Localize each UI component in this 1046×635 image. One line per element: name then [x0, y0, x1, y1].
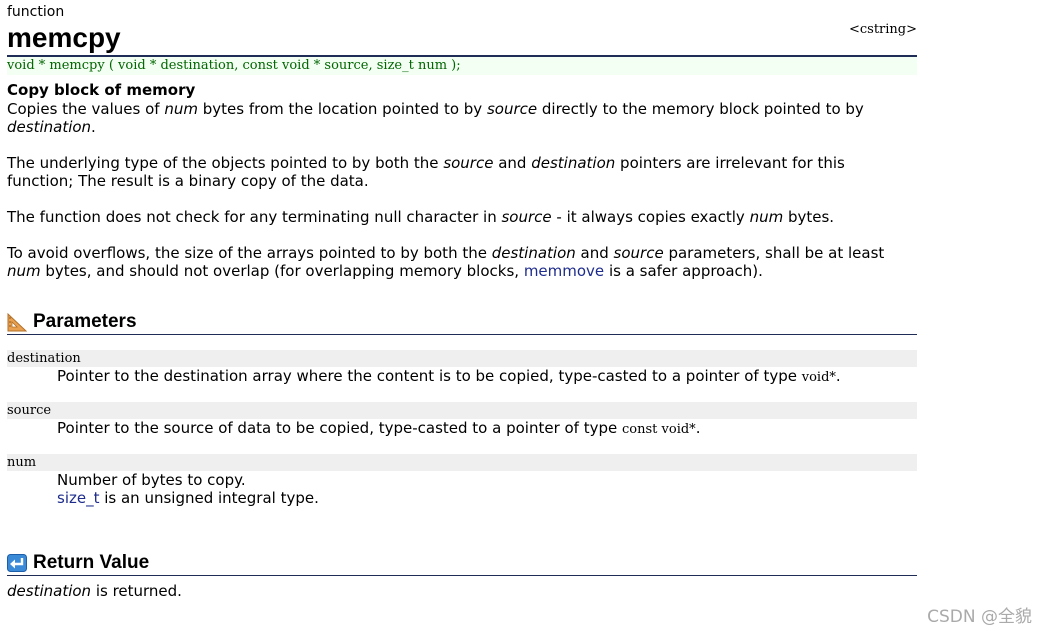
- description-paragraph-2: The underlying type of the objects point…: [7, 154, 845, 190]
- function-summary: Copy block of memory: [7, 81, 196, 99]
- description-paragraph-4: To avoid overflows, the size of the arra…: [7, 244, 885, 280]
- param-destination: destination Pointer to the destination a…: [7, 350, 917, 387]
- content-area: function memcpy <cstring> void * memcpy …: [7, 4, 917, 600]
- title-row: memcpy <cstring>: [7, 21, 917, 57]
- param-description: Pointer to the destination array where t…: [57, 367, 841, 385]
- function-prototype: void * memcpy ( void * destination, cons…: [7, 57, 917, 75]
- entry-kind: function: [7, 4, 65, 20]
- page-title: memcpy: [7, 22, 121, 53]
- param-name: source: [7, 402, 917, 419]
- size-t-link[interactable]: size_t: [57, 489, 99, 507]
- param-description: Pointer to the source of data to be copi…: [57, 419, 701, 437]
- reference-page: function memcpy <cstring> void * memcpy …: [0, 0, 1046, 635]
- parameters-section-header: Parameters: [7, 310, 917, 335]
- description-paragraph-3: The function does not check for any term…: [7, 208, 835, 226]
- param-num: num Number of bytes to copy. size_t is an…: [7, 454, 917, 507]
- param-description: Number of bytes to copy. size_t is an uns…: [57, 471, 319, 507]
- description-paragraph-1: Copies the values of num bytes from the …: [7, 100, 864, 136]
- set-square-icon: [7, 312, 27, 332]
- return-value-heading: Return Value: [33, 552, 150, 573]
- memmove-link[interactable]: memmove: [524, 262, 604, 280]
- header-library-link[interactable]: <cstring>: [849, 22, 917, 37]
- return-value-text: destination is returned.: [7, 582, 182, 600]
- return-arrow-icon: [7, 554, 27, 572]
- parameters-heading: Parameters: [33, 311, 137, 332]
- watermark: CSDN @全貌: [927, 607, 1032, 627]
- param-name: num: [7, 454, 917, 471]
- return-value-section-header: Return Value: [7, 551, 917, 576]
- param-source: source Pointer to the source of data to …: [7, 402, 917, 439]
- param-name: destination: [7, 350, 917, 367]
